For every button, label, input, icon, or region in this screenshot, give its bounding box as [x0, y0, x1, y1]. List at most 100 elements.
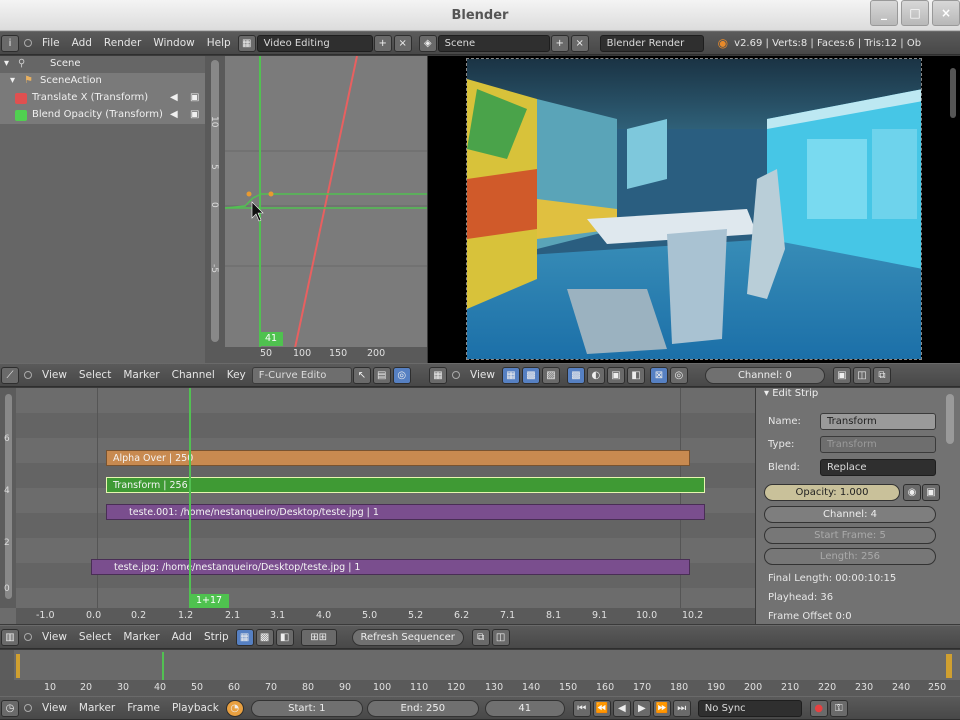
- menu-view[interactable]: View: [470, 369, 495, 381]
- start-frame-input[interactable]: Start: 1: [250, 699, 363, 717]
- menu-file[interactable]: File: [42, 37, 60, 49]
- display-mode-icon[interactable]: ▦: [501, 366, 520, 384]
- menu-strip[interactable]: Strip: [204, 631, 229, 643]
- remove-layout-icon[interactable]: ×: [393, 34, 412, 52]
- expand-icon[interactable]: [452, 371, 460, 379]
- outliner-row-scene[interactable]: ▾ ⚲ Scene: [0, 56, 205, 73]
- grid-icon[interactable]: ▩: [521, 366, 540, 384]
- expand-icon[interactable]: [24, 371, 32, 379]
- menu-view[interactable]: View: [42, 369, 67, 381]
- mute-icon[interactable]: ◀: [170, 107, 178, 123]
- graph-editor[interactable]: 10 5 0 -5 41 50 100 150 200: [205, 56, 427, 363]
- overlay-icon[interactable]: ◎: [669, 366, 688, 384]
- outliner-row-opacity[interactable]: Blend Opacity (Transform) ◀ ▣: [0, 107, 205, 124]
- sequencer-vertical-scrollbar[interactable]: [5, 394, 12, 599]
- graph-editor-type-icon[interactable]: ⟋: [1, 366, 19, 384]
- menu-marker[interactable]: Marker: [123, 369, 159, 381]
- panel-title-row[interactable]: ▾ Edit Strip: [764, 388, 818, 399]
- menu-marker[interactable]: Marker: [123, 631, 159, 643]
- color-icon[interactable]: ◐: [586, 366, 605, 384]
- maximize-button[interactable]: □: [901, 0, 929, 26]
- render-engine-select[interactable]: Blender Render: [599, 34, 704, 52]
- camera-icon[interactable]: ◫: [852, 366, 871, 384]
- sync-mode-select[interactable]: No Sync: [697, 699, 802, 717]
- refresh-sequencer-button[interactable]: Refresh Sequencer: [351, 628, 464, 646]
- menu-select[interactable]: Select: [79, 369, 111, 381]
- add-scene-icon[interactable]: +: [550, 34, 569, 52]
- ghost-icon[interactable]: ◎: [392, 366, 411, 384]
- preview-range-icon[interactable]: ◔: [225, 699, 244, 717]
- lock-icon[interactable]: ▣: [832, 366, 851, 384]
- menu-view[interactable]: View: [42, 702, 67, 714]
- lock-icon[interactable]: ▣: [190, 90, 199, 106]
- menu-add[interactable]: Add: [172, 631, 192, 643]
- menu-key[interactable]: Key: [227, 369, 246, 381]
- checker-icon[interactable]: ▨: [541, 366, 560, 384]
- lock-icon[interactable]: ▣: [922, 484, 940, 501]
- remove-scene-icon[interactable]: ×: [570, 34, 589, 52]
- strip-image[interactable]: teste.jpg: /home/nestanqueiro/Desktop/te…: [91, 559, 690, 575]
- record-icon[interactable]: ●: [809, 699, 828, 717]
- blend-mode-select[interactable]: Replace: [820, 459, 936, 476]
- strip-alpha-over[interactable]: Alpha Over | 250: [106, 450, 690, 466]
- outliner-row-translate[interactable]: Translate X (Transform) ◀ ▣: [0, 90, 205, 107]
- jump-start-icon[interactable]: ⏮: [572, 699, 591, 717]
- eye-icon[interactable]: ◉: [903, 484, 921, 501]
- end-frame-input[interactable]: End: 250: [366, 699, 479, 717]
- timeline-editor[interactable]: 10 20 30 40 50 60 70 80 90 100 110 120 1…: [0, 650, 960, 696]
- menu-render[interactable]: Render: [104, 37, 141, 49]
- menu-window[interactable]: Window: [153, 37, 194, 49]
- safe-margin-icon[interactable]: ⊠: [649, 366, 668, 384]
- strip-transform[interactable]: Transform | 256: [106, 477, 705, 493]
- menu-frame[interactable]: Frame: [127, 702, 160, 714]
- menu-channel[interactable]: Channel: [172, 369, 215, 381]
- sequencer-preview[interactable]: [428, 56, 960, 363]
- scene-field[interactable]: Scene: [437, 34, 550, 52]
- collapse-icon[interactable]: ▾: [764, 388, 772, 399]
- preview-editor-type-icon[interactable]: ▦: [429, 366, 447, 384]
- fcurve-canvas[interactable]: [225, 56, 427, 363]
- overlay-modes-icon[interactable]: ⊞⊞: [300, 628, 337, 646]
- image-icon[interactable]: ▣: [606, 366, 625, 384]
- paste-icon[interactable]: ◫: [491, 628, 510, 646]
- channel-field[interactable]: Channel: 0: [704, 366, 825, 384]
- screen-layout-icon[interactable]: ▦: [237, 34, 256, 52]
- copy-icon[interactable]: ⧉: [471, 628, 490, 646]
- strip-image-001[interactable]: teste.001: /home/nestanqueiro/Desktop/te…: [106, 504, 705, 520]
- scene-icon[interactable]: ◈: [418, 34, 437, 52]
- sequencer-editor-type-icon[interactable]: ▥: [1, 628, 19, 646]
- editor-mode-select[interactable]: F-Curve Edito: [251, 366, 352, 384]
- play-icon[interactable]: ▶: [632, 699, 651, 717]
- expand-icon[interactable]: [24, 39, 32, 47]
- menu-select[interactable]: Select: [79, 631, 111, 643]
- outliner-row-action[interactable]: ▾ ⚑ SceneAction: [0, 73, 205, 90]
- panel-scrollbar[interactable]: [946, 394, 954, 444]
- prev-keyframe-icon[interactable]: ⏪: [592, 699, 611, 717]
- channel-number-field[interactable]: Channel: 4: [764, 506, 936, 523]
- opacity-slider[interactable]: Opacity: 1.000: [764, 484, 900, 501]
- info-editor-type-icon[interactable]: i: [1, 34, 19, 52]
- sequencer-editor[interactable]: 6 4 2 0 Alpha Over | 250 Transform | 256…: [0, 388, 755, 624]
- close-button[interactable]: ×: [932, 0, 960, 26]
- filter-icon[interactable]: ▤: [372, 366, 391, 384]
- next-keyframe-icon[interactable]: ⏩: [652, 699, 671, 717]
- menu-playback[interactable]: Playback: [172, 702, 219, 714]
- play-reverse-icon[interactable]: ◀: [612, 699, 631, 717]
- menu-view[interactable]: View: [42, 631, 67, 643]
- menu-help[interactable]: Help: [207, 37, 231, 49]
- preview-view-icon[interactable]: ▩: [255, 628, 274, 646]
- collapse-icon[interactable]: ▾: [4, 56, 9, 72]
- alpha-icon[interactable]: ▩: [566, 366, 585, 384]
- expand-icon[interactable]: [24, 704, 32, 712]
- lock-icon[interactable]: ▣: [190, 107, 199, 123]
- expand-icon[interactable]: [24, 633, 32, 641]
- menu-marker[interactable]: Marker: [79, 702, 115, 714]
- cursor-icon[interactable]: ↖: [352, 366, 371, 384]
- sequencer-playhead[interactable]: [189, 388, 191, 608]
- collapse-icon[interactable]: ▾: [10, 73, 15, 89]
- render-icon[interactable]: ◧: [626, 366, 645, 384]
- menu-add[interactable]: Add: [72, 37, 92, 49]
- split-view-icon[interactable]: ◧: [275, 628, 294, 646]
- keying-set-icon[interactable]: ⚿: [829, 699, 848, 717]
- sequencer-view-icon[interactable]: ▦: [235, 628, 254, 646]
